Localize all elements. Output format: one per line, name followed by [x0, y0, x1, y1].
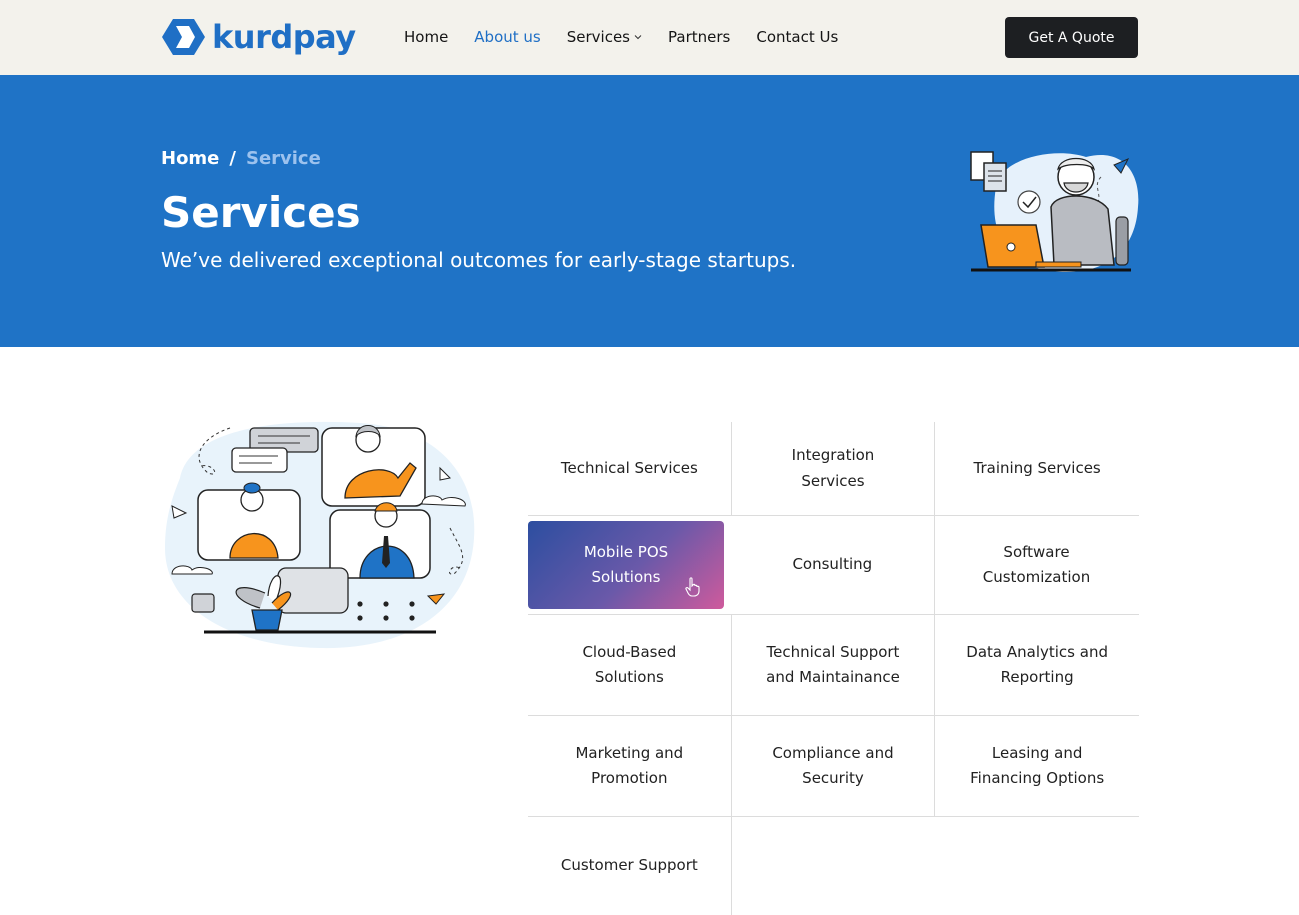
- service-integration-services[interactable]: Integration Services: [732, 422, 936, 515]
- breadcrumb-current: Service: [245, 148, 321, 169]
- service-marketing-promotion[interactable]: Marketing and Promotion: [528, 716, 732, 816]
- breadcrumb: Home / Service: [161, 147, 321, 171]
- service-mobile-pos-solutions[interactable]: Mobile POS Solutions: [528, 521, 724, 609]
- service-training-services[interactable]: Training Services: [935, 422, 1139, 515]
- nav-partners[interactable]: Partners: [668, 26, 730, 48]
- nav-services[interactable]: Services: [567, 26, 642, 48]
- services-row: Mobile POS Solutions Consulting Software…: [528, 516, 1139, 615]
- site-header: kurdpay Home About us Services Partners …: [0, 0, 1299, 75]
- main-nav: Home About us Services Partners Contact …: [404, 26, 864, 48]
- services-grid: Technical Services Integration Services …: [528, 422, 1139, 915]
- empty-cell: [935, 817, 1139, 915]
- nav-home[interactable]: Home: [404, 26, 448, 48]
- brand-name: kurdpay: [212, 18, 356, 56]
- brand-logo[interactable]: kurdpay: [161, 17, 356, 57]
- page-subtitle: We’ve delivered exceptional outcomes for…: [161, 248, 797, 272]
- service-cloud-based-solutions[interactable]: Cloud-Based Solutions: [528, 615, 732, 715]
- breadcrumb-separator: /: [229, 148, 236, 169]
- service-technical-support[interactable]: Technical Support and Maintainance: [732, 615, 936, 715]
- service-software-customization[interactable]: Software Customization: [935, 516, 1139, 614]
- service-mobile-pos-label: Mobile POS Solutions: [583, 542, 669, 587]
- nav-about-label: About us: [474, 28, 541, 46]
- man-with-laptop-illustration: [970, 151, 1139, 272]
- service-data-analytics[interactable]: Data Analytics and Reporting: [935, 615, 1139, 715]
- nav-contact[interactable]: Contact Us: [756, 26, 838, 48]
- service-leasing-financing[interactable]: Leasing and Financing Options: [935, 716, 1139, 816]
- video-call-illustration: [165, 421, 475, 649]
- logo-mark-icon: [162, 19, 205, 55]
- hero-banner: Home / Service Services We’ve delivered …: [0, 75, 1299, 347]
- nav-services-label: Services: [566, 28, 631, 46]
- nav-home-label: Home: [404, 28, 449, 46]
- nav-contact-label: Contact Us: [756, 28, 839, 46]
- nav-partners-label: Partners: [668, 28, 731, 46]
- empty-cell: [732, 817, 936, 915]
- chevron-down-icon: [634, 35, 642, 40]
- get-quote-button[interactable]: Get A Quote: [1005, 17, 1138, 58]
- service-technical-services[interactable]: Technical Services: [528, 422, 732, 515]
- page-title: Services: [161, 188, 361, 237]
- breadcrumb-home[interactable]: Home: [161, 147, 219, 171]
- service-customer-support[interactable]: Customer Support: [528, 817, 732, 915]
- service-compliance-security[interactable]: Compliance and Security: [732, 716, 936, 816]
- services-row: Cloud-Based Solutions Technical Support …: [528, 615, 1139, 716]
- service-consulting[interactable]: Consulting: [731, 516, 935, 614]
- nav-about[interactable]: About us: [474, 26, 540, 48]
- services-row: Technical Services Integration Services …: [528, 422, 1139, 516]
- services-row: Customer Support: [528, 817, 1139, 915]
- services-row: Marketing and Promotion Compliance and S…: [528, 716, 1139, 817]
- hand-pointer-icon: [685, 577, 700, 597]
